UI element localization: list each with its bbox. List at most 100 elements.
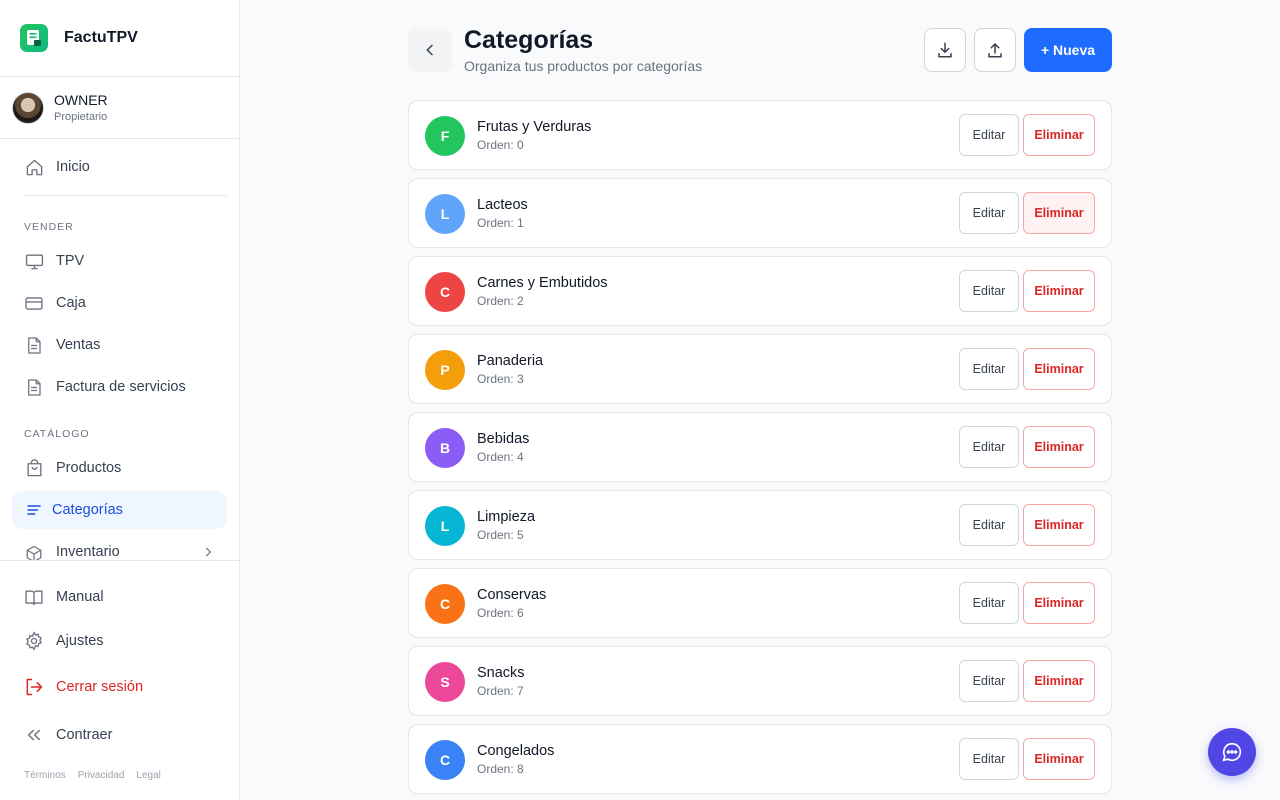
edit-button[interactable]: Editar — [959, 270, 1019, 312]
edit-button[interactable]: Editar — [959, 660, 1019, 702]
edit-button[interactable]: Editar — [959, 504, 1019, 546]
logout-icon — [24, 677, 44, 697]
delete-button[interactable]: Eliminar — [1023, 426, 1095, 468]
sidebar-item-ajustes[interactable]: Ajustes — [12, 622, 227, 660]
privacy-link[interactable]: Privacidad — [78, 770, 125, 781]
document-icon — [24, 335, 44, 355]
avatar — [12, 91, 44, 124]
brand[interactable]: FactuTPV — [0, 0, 239, 77]
section-title-vender: VENDER — [24, 221, 74, 233]
credit-card-icon — [24, 293, 44, 313]
sidebar-item-label: Ajustes — [56, 633, 104, 649]
category-name: Lacteos — [477, 197, 528, 213]
category-name: Panaderia — [477, 353, 544, 369]
category-initial-avatar: C — [425, 272, 465, 312]
sidebar: FactuTPV OWNER Propietario Inicio VENDER… — [0, 0, 240, 800]
sidebar-item-categorias[interactable]: Categorías — [12, 491, 227, 529]
category-initial-avatar: B — [425, 428, 465, 468]
sidebar-item-label: Manual — [56, 589, 104, 605]
book-icon — [24, 587, 44, 607]
user-profile[interactable]: OWNER Propietario — [0, 77, 239, 139]
edit-button[interactable]: Editar — [959, 426, 1019, 468]
edit-button[interactable]: Editar — [959, 114, 1019, 156]
category-row[interactable]: C Conservas Orden: 6 Editar Eliminar — [408, 568, 1112, 638]
user-role: Propietario — [54, 111, 108, 123]
delete-button[interactable]: Eliminar — [1023, 348, 1095, 390]
category-order: Orden: 6 — [477, 606, 524, 620]
sidebar-item-label: Contraer — [56, 727, 113, 743]
download-icon — [938, 42, 952, 58]
category-initial-avatar: C — [425, 584, 465, 624]
category-name: Carnes y Embutidos — [477, 275, 608, 291]
edit-button[interactable]: Editar — [959, 348, 1019, 390]
page-subtitle: Organiza tus productos por categorías — [464, 58, 703, 74]
sidebar-item-label: Inventario — [56, 544, 120, 560]
app-name: FactuTPV — [64, 29, 138, 46]
category-name: Conservas — [477, 587, 547, 603]
category-name: Congelados — [477, 743, 555, 759]
page-title: Categorías — [464, 26, 594, 54]
chat-icon — [1222, 742, 1242, 762]
back-button[interactable] — [408, 28, 452, 72]
category-name: Frutas y Verduras — [477, 119, 592, 135]
sidebar-item-label: Factura de servicios — [56, 379, 186, 395]
sidebar-item-manual[interactable]: Manual — [12, 578, 227, 616]
category-row[interactable]: P Panaderia Orden: 3 Editar Eliminar — [408, 334, 1112, 404]
category-initial-avatar: F — [425, 116, 465, 156]
category-order: Orden: 8 — [477, 762, 524, 776]
chat-button[interactable] — [1208, 728, 1256, 776]
sidebar-item-label: Productos — [56, 460, 122, 476]
delete-button[interactable]: Eliminar — [1023, 738, 1095, 780]
divider — [24, 195, 227, 196]
sidebar-item-label: TPV — [56, 253, 85, 269]
delete-button[interactable]: Eliminar — [1023, 192, 1095, 234]
delete-button[interactable]: Eliminar — [1023, 114, 1095, 156]
new-category-button[interactable]: + Nueva — [1024, 28, 1112, 72]
sidebar-item-ventas[interactable]: Ventas — [12, 326, 227, 364]
terms-link[interactable]: Términos — [24, 770, 66, 781]
sidebar-item-tpv[interactable]: TPV — [12, 242, 227, 280]
gear-icon — [24, 631, 44, 651]
collapse-sidebar-button[interactable]: Contraer — [12, 716, 227, 754]
category-order: Orden: 1 — [477, 216, 524, 230]
category-order: Orden: 5 — [477, 528, 524, 542]
legal-link[interactable]: Legal — [136, 770, 160, 781]
chevron-left-icon — [426, 44, 433, 56]
home-icon — [24, 157, 44, 177]
delete-button[interactable]: Eliminar — [1023, 660, 1095, 702]
logout-button[interactable]: Cerrar sesión — [12, 668, 227, 706]
sidebar-item-productos[interactable]: Productos — [12, 449, 227, 487]
delete-button[interactable]: Eliminar — [1023, 270, 1095, 312]
category-name: Limpieza — [477, 509, 536, 525]
category-name: Snacks — [477, 665, 525, 681]
sidebar-item-inicio[interactable]: Inicio — [12, 148, 227, 186]
category-row[interactable]: S Snacks Orden: 7 Editar Eliminar — [408, 646, 1112, 716]
category-order: Orden: 3 — [477, 372, 524, 386]
sidebar-item-inventario[interactable]: Inventario — [12, 535, 227, 561]
upload-button[interactable] — [974, 28, 1016, 72]
category-list: F Frutas y Verduras Orden: 0 Editar Eliminar… — [408, 100, 1112, 800]
delete-button[interactable]: Eliminar — [1023, 504, 1095, 546]
edit-button[interactable]: Editar — [959, 192, 1019, 234]
sidebar-item-caja[interactable]: Caja — [12, 284, 227, 322]
category-initial-avatar: L — [425, 506, 465, 546]
shopping-bag-icon — [24, 458, 44, 478]
category-initial-avatar: P — [425, 350, 465, 390]
category-initial-avatar: C — [425, 740, 465, 780]
category-row[interactable]: B Bebidas Orden: 4 Editar Eliminar — [408, 412, 1112, 482]
edit-button[interactable]: Editar — [959, 582, 1019, 624]
category-row[interactable]: C Carnes y Embutidos Orden: 2 Editar Elimina… — [408, 256, 1112, 326]
divider — [0, 560, 239, 561]
edit-button[interactable]: Editar — [959, 738, 1019, 780]
delete-button[interactable]: Eliminar — [1023, 582, 1095, 624]
download-button[interactable] — [924, 28, 966, 72]
cube-icon — [24, 544, 44, 561]
sidebar-item-label: Cerrar sesión — [56, 679, 144, 695]
category-row[interactable]: L Limpieza Orden: 5 Editar Eliminar — [408, 490, 1112, 560]
upload-icon — [988, 43, 1002, 58]
category-initial-avatar: S — [425, 662, 465, 702]
sidebar-item-factura-servicios[interactable]: Factura de servicios — [12, 368, 227, 406]
category-row[interactable]: F Frutas y Verduras Orden: 0 Editar Eliminar — [408, 100, 1112, 170]
category-row[interactable]: L Lacteos Orden: 1 Editar Eliminar — [408, 178, 1112, 248]
category-row[interactable]: C Congelados Orden: 8 Editar Eliminar — [408, 724, 1112, 794]
